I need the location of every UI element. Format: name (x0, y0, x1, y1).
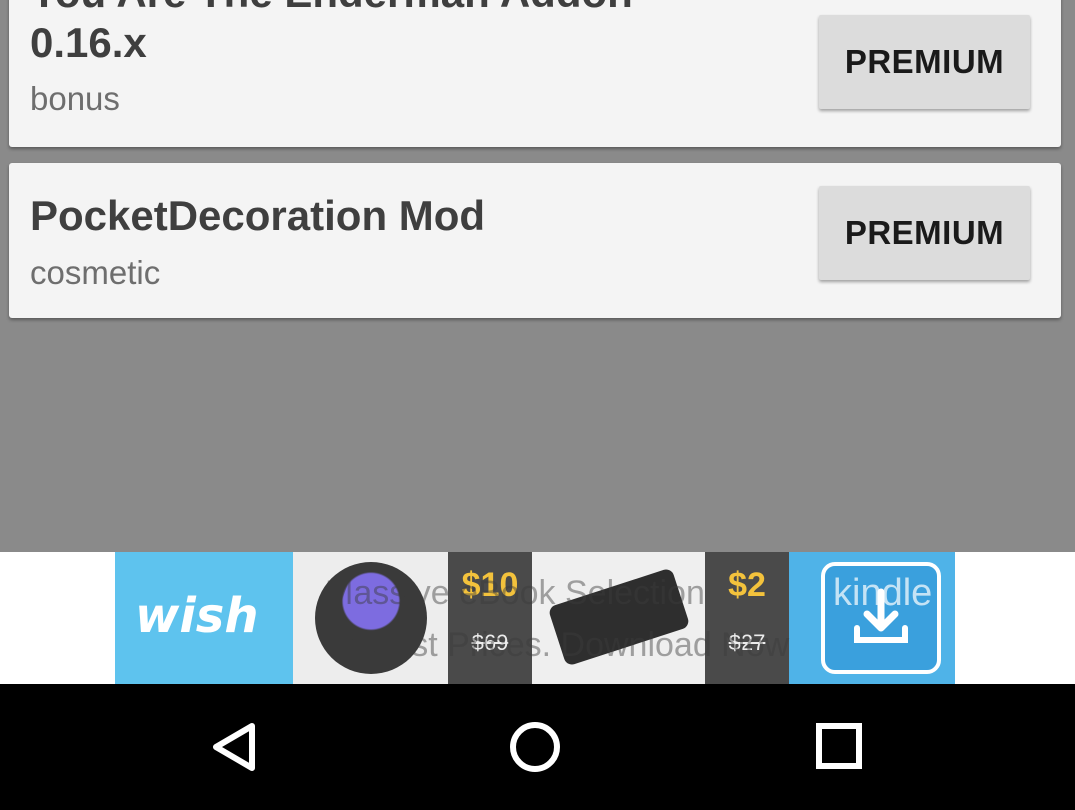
addon-category: cosmetic (30, 254, 161, 291)
addon-card-enderman[interactable]: You Are The Enderman Addon0.16.x bonus P… (9, 0, 1061, 147)
addon-category: bonus (30, 80, 120, 117)
addon-title: PocketDecoration Mod (30, 192, 486, 239)
home-icon[interactable] (500, 714, 570, 780)
system-navigation-bar (0, 684, 1075, 810)
premium-button[interactable]: PREMIUM (819, 186, 1030, 280)
ad-banner-container: wish $10 $69 $2 $27 Massive eBook Select… (0, 552, 1075, 684)
ad-brand-panel: wish (115, 552, 293, 684)
addon-card-pocketdecoration[interactable]: PocketDecoration Mod cosmetic PREMIUM (9, 163, 1061, 318)
premium-button[interactable]: PREMIUM (819, 15, 1030, 109)
addon-title: You Are The Enderman Addon0.16.x (30, 0, 633, 66)
ad-overlay-text: Lowest Prices. Download Now (330, 626, 790, 664)
ad-overlay-brand: kindle (833, 572, 933, 614)
ad-banner[interactable]: wish $10 $69 $2 $27 Massive eBook Select… (115, 552, 955, 684)
back-icon[interactable] (200, 714, 270, 780)
ad-overlay-text: Massive eBook Selection (325, 574, 705, 612)
price-new: $2 (728, 566, 766, 604)
recents-icon[interactable] (804, 714, 874, 780)
wish-logo: wish (135, 588, 259, 644)
